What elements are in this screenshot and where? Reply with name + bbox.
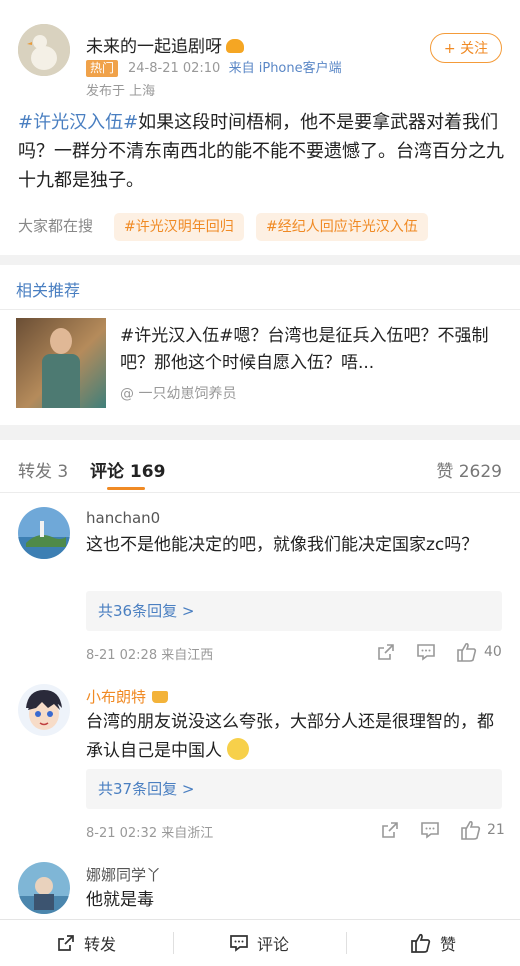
bottom-repost-button[interactable]: 转发 [56, 920, 116, 966]
divider [0, 309, 520, 310]
bottom-repost-label: 转发 [84, 935, 117, 954]
author-name[interactable]: 未来的一起追剧呀 [86, 32, 244, 57]
divider [173, 932, 174, 954]
commenter-avatar[interactable] [18, 507, 70, 559]
share-icon[interactable] [380, 820, 400, 840]
comment-item: 小布朗特 台湾的朋友说没这么夸张，大部分人还是很理智的，都承认自己是中国人 共3… [0, 670, 520, 846]
follow-button[interactable]: + 关注 [430, 33, 502, 63]
bottom-like-label: 赞 [440, 935, 457, 954]
replies-link[interactable]: 共37条回复 > [86, 769, 502, 809]
comment-item: 娜娜同学丫 他就是毒 [0, 846, 520, 919]
post-time: 24-8-21 02:10 [128, 61, 221, 76]
divider [346, 932, 347, 954]
post-card: 未来的一起追剧呀 热门 24-8-21 02:10 来自 iPhone客户端 发… [0, 0, 520, 255]
comment-tabs: 转发 3 评论 169 赞 2629 [0, 440, 520, 493]
author-avatar[interactable] [18, 24, 70, 76]
vip-icon [226, 39, 244, 53]
recommend-title: 相关推荐 [16, 281, 81, 300]
comment-icon [230, 935, 248, 952]
commenter-name[interactable]: hanchan0 [86, 509, 160, 527]
recommend-text[interactable]: #许光汉入伍#嗯？台湾也是征兵入伍吧？不强制吧？那他这个时候自愿入伍？唔... [120, 323, 500, 377]
comment-meta: 8-21 02:28 来自江西 [86, 648, 214, 663]
recommend-thumbnail[interactable] [16, 318, 106, 408]
commenter-name[interactable]: 小布朗特 [86, 686, 169, 707]
comment-text: 他就是毒 [86, 890, 154, 910]
search-tag[interactable]: #许光汉明年回归 [114, 213, 244, 241]
like-count: 21 [487, 822, 505, 838]
hot-badge: 热门 [86, 60, 119, 77]
like-icon [411, 933, 431, 953]
like-icon[interactable] [460, 819, 482, 841]
like-count: 40 [484, 644, 502, 660]
bottom-action-bar: 转发 评论 赞 [0, 919, 520, 966]
tab-repost[interactable]: 转发 3 [18, 457, 68, 482]
related-recommend: 相关推荐 #许光汉入伍#嗯？台湾也是征兵入伍吧？不强制吧？那他这个时候自愿入伍？… [0, 265, 520, 425]
active-tab-indicator [107, 487, 145, 490]
post-location: 发布于 上海 [86, 84, 156, 99]
recommend-author[interactable]: @ 一只幼崽饲养员 [120, 383, 236, 403]
comment-text: 台湾的朋友说没这么夸张，大部分人还是很理智的，都承认自己是中国人 [86, 712, 494, 761]
tab-like[interactable]: 赞 2629 [436, 457, 502, 482]
replies-link[interactable]: 共36条回复 > [86, 591, 502, 631]
share-icon [58, 935, 74, 951]
share-icon[interactable] [376, 642, 396, 662]
comment-item: hanchan0 这也不是他能决定的吧，就像我们能决定国家zc吗？ 共36条回复… [0, 493, 520, 670]
post-body: #许光汉入伍#如果这段时间梧桐，他不是要拿武器对着我们吗？一群分不清东南西北的能… [18, 108, 504, 195]
commenter-avatar[interactable] [18, 684, 70, 736]
post-meta: 24-8-21 02:10 来自 iPhone客户端 [128, 60, 342, 77]
bottom-comment-button[interactable]: 评论 [229, 920, 289, 966]
comment-text: 这也不是他能决定的吧，就像我们能决定国家zc吗？ [86, 535, 479, 555]
comment-meta: 8-21 02:32 来自浙江 [86, 826, 214, 841]
comment-icon[interactable] [420, 820, 440, 840]
like-icon[interactable] [456, 641, 478, 663]
post-source: 来自 iPhone客户端 [228, 61, 342, 76]
bottom-comment-label: 评论 [257, 935, 290, 954]
search-label: 大家都在搜 [18, 217, 94, 235]
comment-icon[interactable] [416, 642, 436, 662]
bottom-like-button[interactable]: 赞 [410, 920, 456, 966]
thinking-emoji-icon [227, 738, 250, 760]
post-hashtag[interactable]: #许光汉入伍# [18, 112, 138, 133]
commenter-name[interactable]: 娜娜同学丫 [86, 864, 161, 885]
tab-comment[interactable]: 评论 169 [90, 457, 165, 482]
search-tag[interactable]: #经纪人回应许光汉入伍 [256, 213, 428, 241]
crown-icon [152, 691, 169, 703]
commenter-avatar[interactable] [18, 862, 70, 914]
